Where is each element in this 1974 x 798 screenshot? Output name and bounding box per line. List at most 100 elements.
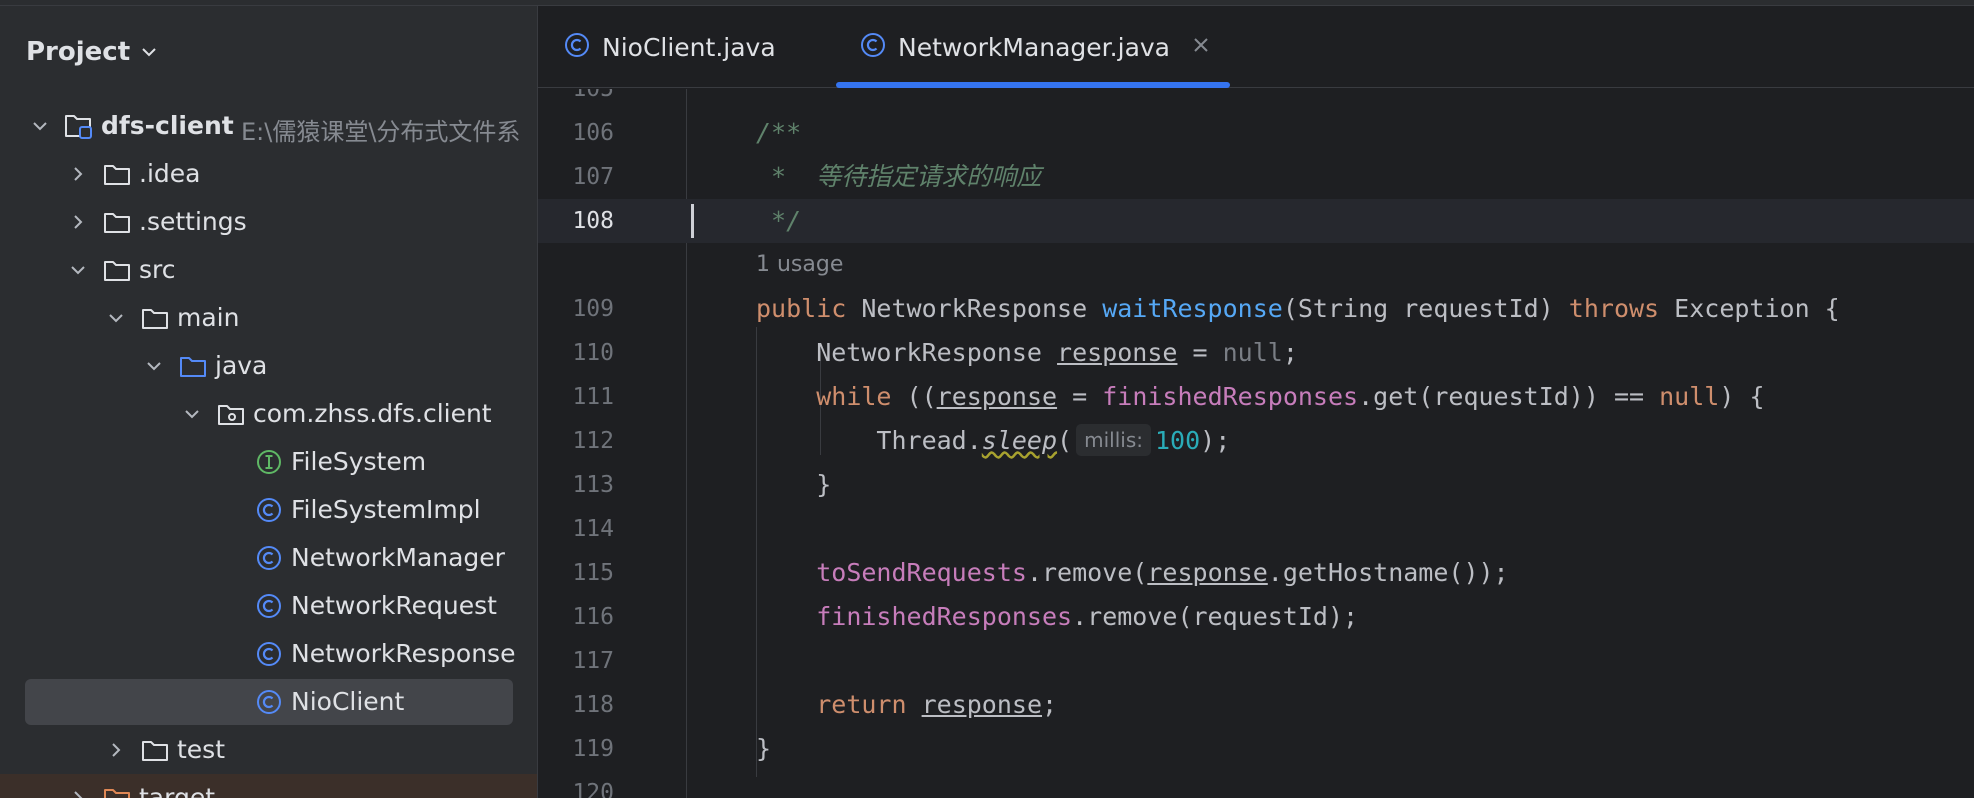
tree-item-main[interactable]: main (0, 294, 537, 342)
code-text: */ (756, 206, 802, 235)
module-folder-icon (64, 111, 94, 141)
tree-item-label: FileSystemImpl (291, 495, 481, 524)
tree-item-settings[interactable]: .settings (0, 198, 537, 246)
code-text: /** (756, 118, 802, 147)
code-line: 112 Thread.sleep(millis: 100); (538, 419, 1974, 463)
line-number: 114 (572, 516, 614, 542)
line-number: 111 (572, 384, 614, 410)
code-line: 114 (538, 507, 1974, 551)
chevron-down-icon[interactable] (30, 116, 50, 136)
code-area[interactable]: 105 106 /** 107 * 等待指定请求的响应 108 */ 1 usa… (538, 89, 1974, 798)
tree-item-label: java (215, 351, 268, 380)
chevron-right-icon[interactable] (68, 788, 88, 798)
chevron-down-icon[interactable] (144, 356, 164, 376)
class-icon (254, 639, 284, 669)
project-header[interactable]: Project (26, 32, 158, 72)
editor-tab-bar: NioClient.java NetworkManager.java (538, 6, 1974, 88)
tab-networkmanager-java[interactable]: NetworkManager.java (836, 6, 1230, 88)
close-icon[interactable] (1192, 36, 1210, 58)
folder-icon (140, 735, 170, 765)
code-editor: NioClient.java NetworkManager.java 105 1… (537, 6, 1974, 798)
line-number: 109 (572, 296, 614, 322)
chevron-down-icon[interactable] (68, 260, 88, 280)
code-line: 106 /** (538, 111, 1974, 155)
class-icon (254, 495, 284, 525)
chevron-down-icon[interactable] (106, 308, 126, 328)
tree-item-test[interactable]: test (0, 726, 537, 774)
line-number: 116 (572, 604, 614, 630)
tree-item-networkmanager[interactable]: NetworkManager (0, 534, 537, 582)
code-text: NetworkResponse response = null; (756, 338, 1298, 367)
tree-item-label: test (177, 735, 226, 764)
folder-icon (102, 255, 132, 285)
usage-hint[interactable]: 1 usage (756, 243, 843, 287)
class-icon (254, 591, 284, 621)
class-icon (860, 32, 886, 62)
chevron-right-icon[interactable] (106, 740, 126, 760)
line-number: 120 (572, 780, 614, 798)
tab-label: NetworkManager.java (898, 32, 1170, 62)
chevron-right-icon[interactable] (68, 164, 88, 184)
tree-item-nioclient[interactable]: NioClient (0, 678, 537, 726)
folder-icon (102, 207, 132, 237)
code-text: return response; (816, 690, 1058, 719)
tree-item-filesystem[interactable]: FileSystem (0, 438, 537, 486)
tree-item-label: main (177, 303, 240, 332)
parameter-hint: millis: (1076, 424, 1151, 456)
code-line: 120 (538, 771, 1974, 798)
tree-item-idea[interactable]: .idea (0, 150, 537, 198)
tree-item-networkrequest[interactable]: NetworkRequest (0, 582, 537, 630)
code-line: 110 NetworkResponse response = null; (538, 331, 1974, 375)
tree-item-dfs-client[interactable]: dfs-client E:\儒猿课堂\分布式文件系 (0, 102, 537, 150)
tree-item-label: NioClient (291, 687, 405, 716)
code-text: Thread.sleep(millis: 100); (756, 424, 1231, 456)
tree-item-java[interactable]: java (0, 342, 537, 390)
tree-item-networkresponse[interactable]: NetworkResponse (0, 630, 537, 678)
line-number: 108 (572, 208, 614, 234)
line-number: 105 (572, 89, 614, 102)
code-line: 113 } (538, 463, 1974, 507)
tree-item-label: .settings (139, 207, 247, 236)
line-number: 115 (572, 560, 614, 586)
code-line: 117 (538, 639, 1974, 683)
line-number: 119 (572, 736, 614, 762)
code-line: 107 * 等待指定请求的响应 (538, 155, 1974, 199)
line-number: 106 (572, 120, 614, 146)
code-line: 115 toSendRequests.remove(response.getHo… (538, 551, 1974, 595)
tree-item-label: NetworkRequest (291, 591, 497, 620)
tree-item-target[interactable]: target (0, 774, 537, 798)
code-line-current: 108 */ (538, 199, 1974, 243)
code-text: public NetworkResponse waitResponse(Stri… (756, 294, 1840, 323)
line-number: 118 (572, 692, 614, 718)
line-number: 113 (572, 472, 614, 498)
tree-item-label: NetworkManager (291, 543, 505, 572)
tree-item-filesystemimpl[interactable]: FileSystemImpl (0, 486, 537, 534)
code-line: 105 (538, 89, 1974, 111)
tree-item-label: src (139, 255, 176, 284)
line-number: 110 (572, 340, 614, 366)
active-tab-indicator (836, 82, 1230, 88)
folder-icon (140, 303, 170, 333)
tree-item-src[interactable]: src (0, 246, 537, 294)
code-text: } (756, 734, 772, 763)
code-text: while ((response = finishedResponses.get… (816, 382, 1765, 411)
tree-item-label: com.zhss.dfs.client (253, 399, 492, 428)
code-line: 119 } (538, 727, 1974, 771)
code-text: * 等待指定请求的响应 (756, 162, 1042, 191)
tree-item-label: NetworkResponse (291, 639, 516, 668)
tree-item-label: FileSystem (291, 447, 427, 476)
tab-label: NioClient.java (602, 32, 776, 62)
line-number: 117 (572, 648, 614, 674)
chevron-down-icon[interactable] (182, 404, 202, 424)
text-caret (691, 204, 694, 238)
line-number: 112 (572, 428, 614, 454)
chevron-down-icon[interactable] (140, 43, 158, 61)
tab-nioclient-java[interactable]: NioClient.java (564, 6, 776, 88)
inlay-usage-line: 1 usage (538, 243, 1974, 287)
class-icon (564, 32, 590, 62)
class-icon (254, 687, 284, 717)
chevron-right-icon[interactable] (68, 212, 88, 232)
tree-item-com-zhss-dfs-client[interactable]: com.zhss.dfs.client (0, 390, 537, 438)
project-title[interactable]: Project (26, 37, 130, 67)
tree-item-label: dfs-client (101, 111, 234, 140)
